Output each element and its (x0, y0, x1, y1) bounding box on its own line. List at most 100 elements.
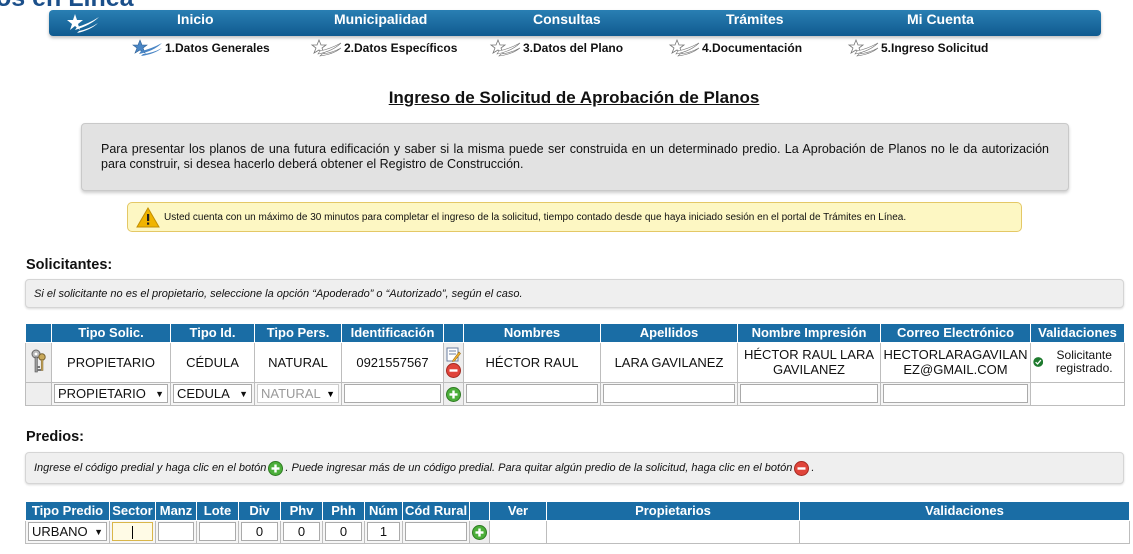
warning-text: Usted cuenta con un máximo de 30 minutos… (164, 211, 907, 223)
lote-input[interactable] (199, 522, 236, 541)
check-icon (1033, 357, 1044, 367)
chevron-down-icon: ▼ (239, 388, 248, 399)
nombre-impresion-input[interactable] (740, 384, 878, 403)
col-tipo-solic: Tipo Solic. (51, 324, 171, 343)
num-input[interactable]: 1 (367, 522, 400, 541)
step-label: 5.Ingreso Solicitud (881, 41, 989, 55)
cell-nombres: HÉCTOR RAUL (463, 341, 601, 383)
nombres-input[interactable] (466, 384, 598, 403)
col-tipo-predio: Tipo Predio (25, 502, 110, 521)
cell-apellidos: LARA GAVILANEZ (600, 341, 738, 383)
tipo-predio-select[interactable]: URBANO ▼ (28, 522, 107, 541)
col-lote: Lote (196, 502, 239, 521)
add-icon (268, 460, 284, 476)
table-header: Tipo Solic. Tipo Id. Tipo Pers. Identifi… (25, 324, 1125, 343)
nav-municipalidad[interactable]: Municipalidad (334, 10, 427, 36)
nav-tramites[interactable]: Trámites (726, 10, 784, 36)
star-swoosh-icon (310, 39, 342, 57)
cell-nombre-impresion: HÉCTOR RAUL LARA GAVILANEZ (737, 341, 881, 383)
col-manz: Manz (155, 502, 197, 521)
col-num: Núm (364, 502, 403, 521)
col-validaciones: Validaciones (799, 502, 1130, 521)
nav-inicio[interactable]: Inicio (177, 10, 214, 36)
phh-input[interactable]: 0 (325, 522, 362, 541)
warning-icon (136, 206, 160, 227)
tipo-id-select[interactable]: CEDULA ▼ (173, 384, 252, 403)
page-title: Ingreso de Solicitud de Aprobación de Pl… (0, 88, 1133, 108)
step-label: 3.Datos del Plano (523, 41, 624, 55)
col-correo: Correo Electrónico (880, 324, 1031, 343)
apellidos-input[interactable] (603, 384, 735, 403)
keys-icon (31, 349, 46, 373)
remove-icon[interactable] (446, 362, 461, 378)
col-ver: Ver (489, 502, 547, 521)
col-cod-rural: Cód Rural (402, 502, 470, 521)
table-row: PROPIETARIO CÉDULA NATURAL 0921557567 HÉ… (25, 341, 1125, 383)
col-div: Div (238, 502, 281, 521)
add-icon[interactable] (446, 386, 461, 402)
col-phv: Phv (280, 502, 323, 521)
step-ingreso-solicitud[interactable]: 5.Ingreso Solicitud (844, 38, 988, 58)
step-datos-especificos[interactable]: 2.Datos Específicos (307, 38, 457, 58)
col-identificacion: Identificación (341, 324, 444, 343)
predios-table: Tipo Predio Sector Manz Lote Div Phv Phh… (25, 502, 1130, 544)
chevron-down-icon: ▼ (326, 388, 335, 399)
tipo-solic-select[interactable]: PROPIETARIO ▼ (54, 384, 168, 403)
cod-rural-input[interactable] (405, 522, 467, 541)
solicitantes-title: Solicitantes: (26, 257, 113, 273)
col-apellidos: Apellidos (600, 324, 738, 343)
predios-note: Ingrese el código predial y haga clic en… (25, 452, 1124, 484)
col-sector: Sector (109, 502, 156, 521)
chevron-down-icon: ▼ (94, 526, 103, 537)
add-icon[interactable] (472, 524, 487, 540)
div-input[interactable]: 0 (241, 522, 278, 541)
nav-mi-cuenta[interactable]: Mi Cuenta (907, 10, 974, 36)
phv-input[interactable]: 0 (283, 522, 320, 541)
manz-input[interactable] (158, 522, 194, 541)
validation-text: Solicitante registrado. (1055, 348, 1113, 375)
new-predio-row: URBANO ▼ 0 0 0 1 (25, 519, 1130, 544)
nav-consultas[interactable]: Consultas (533, 10, 601, 36)
step-label: 4.Documentación (702, 41, 803, 55)
cell-identificacion: 0921557567 (341, 341, 444, 383)
star-swoosh-icon (668, 39, 700, 57)
col-tipo-id: Tipo Id. (170, 324, 255, 343)
col-phh: Phh (322, 502, 365, 521)
edit-icon[interactable] (446, 347, 461, 362)
info-box: Para presentar los planos de una futura … (81, 123, 1069, 191)
cell-tipo-id: CÉDULA (170, 341, 255, 383)
solicitantes-note: Si el solicitante no es el propietario, … (25, 279, 1124, 308)
main-nav: Inicio Municipalidad Consultas Trámites … (49, 10, 1101, 36)
cell-tipo-pers: NATURAL (254, 341, 342, 383)
chevron-down-icon: ▼ (155, 388, 164, 399)
identificacion-input[interactable] (344, 384, 441, 403)
col-nombres: Nombres (463, 324, 601, 343)
step-datos-generales[interactable]: 1.Datos Generales (128, 38, 270, 58)
star-swoosh-icon (489, 39, 521, 57)
step-label: 2.Datos Específicos (344, 41, 458, 55)
page-title-text: Ingreso de Solicitud de Aprobación de Pl… (388, 88, 760, 107)
wizard-steps: 1.Datos Generales 2.Datos Específicos 3.… (0, 38, 1133, 60)
cell-tipo-solic: PROPIETARIO (51, 341, 171, 383)
solicitantes-table: Tipo Solic. Tipo Id. Tipo Pers. Identifi… (25, 324, 1125, 406)
new-applicant-row: PROPIETARIO ▼ CEDULA ▼ NATURAL ▼ (25, 381, 1125, 406)
sector-input[interactable] (112, 522, 153, 541)
star-swoosh-icon (847, 39, 879, 57)
cell-correo: HECTORLARAGAVILANEZ@GMAIL.COM (880, 341, 1031, 383)
table-header: Tipo Predio Sector Manz Lote Div Phv Phh… (25, 502, 1130, 521)
col-nombre-impresion: Nombre Impresión (737, 324, 881, 343)
tipo-pers-select[interactable]: NATURAL ▼ (257, 384, 339, 403)
step-documentacion[interactable]: 4.Documentación (665, 38, 802, 58)
cell-validacion: Solicitante registrado. (1030, 341, 1125, 383)
col-validaciones: Validaciones (1030, 324, 1125, 343)
correo-input[interactable] (883, 384, 1028, 403)
col-propietarios: Propietarios (546, 502, 800, 521)
star-swoosh-icon (132, 39, 162, 56)
star-swoosh-icon[interactable] (61, 11, 101, 35)
predios-title: Predios: (26, 429, 85, 445)
remove-icon (794, 460, 810, 476)
col-tipo-pers: Tipo Pers. (254, 324, 342, 343)
step-label: 1.Datos Generales (165, 41, 270, 55)
step-datos-plano[interactable]: 3.Datos del Plano (486, 38, 623, 58)
warning-box: Usted cuenta con un máximo de 30 minutos… (127, 202, 1022, 232)
